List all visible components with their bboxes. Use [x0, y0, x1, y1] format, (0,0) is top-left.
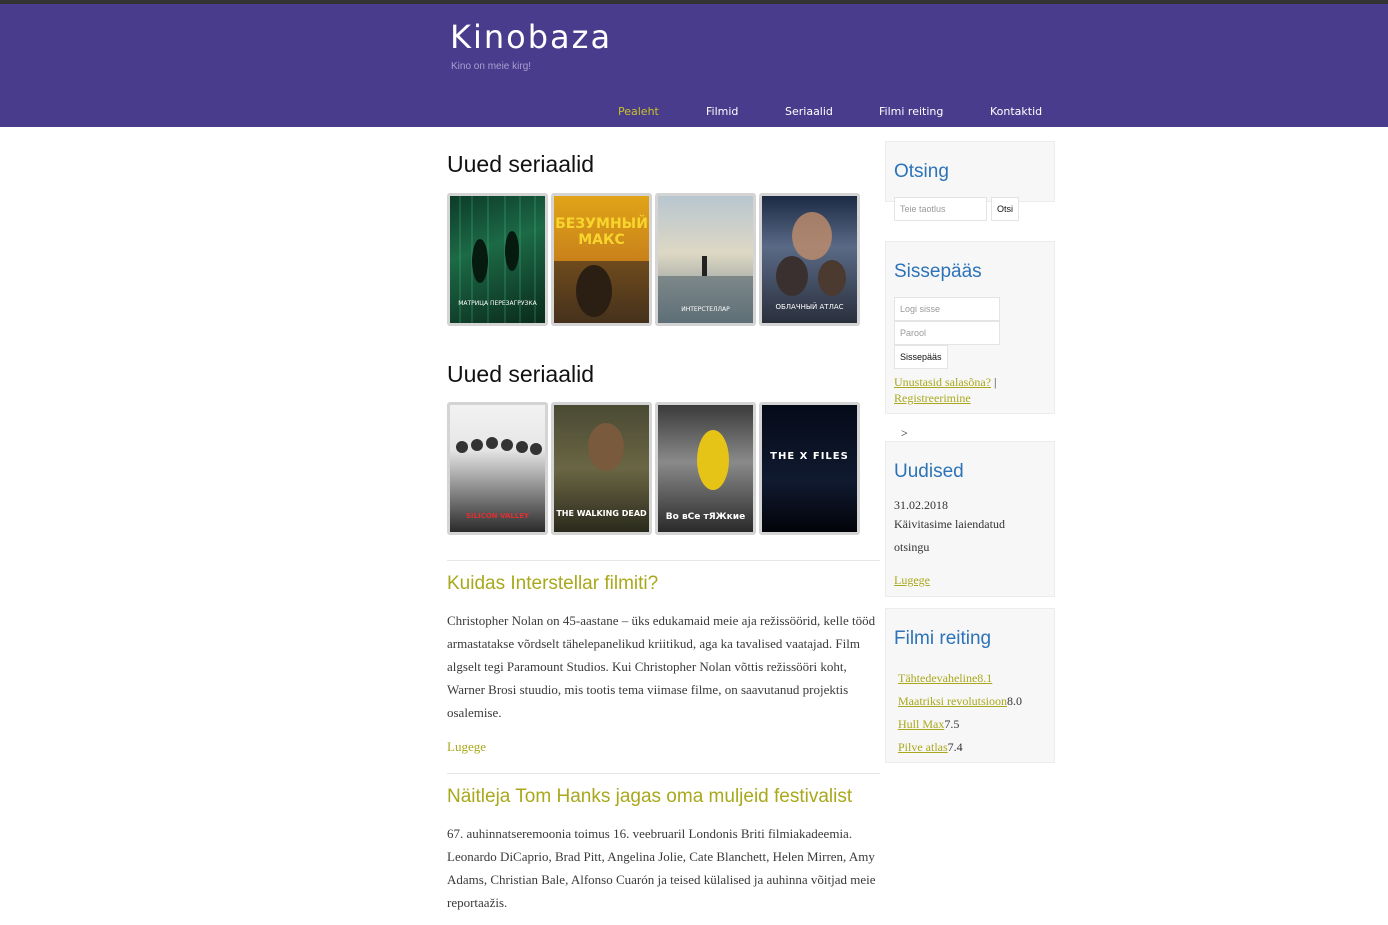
search-input[interactable]	[894, 197, 987, 221]
article-title[interactable]: Kuidas Interstellar filmiti?	[447, 573, 658, 595]
divider	[447, 773, 880, 774]
poster-caption: ИНТЕРСТЕЛЛАР	[681, 306, 730, 313]
rating-item: Hull Max7.5	[898, 713, 1054, 736]
poster-row-new-series-1: МАТРИЦА ПЕРЕЗАГРУЗКА БЕЗУМНЫЙ МАКС ИНТЕР…	[447, 193, 867, 326]
news-read-more-link[interactable]: Lugege	[894, 573, 930, 588]
poster-art	[658, 256, 753, 323]
rating-link[interactable]: Hull Max	[898, 717, 944, 731]
widget-title: Filmi reiting	[894, 628, 992, 649]
rating-score: 7.5	[944, 717, 960, 731]
poster-matrix[interactable]: МАТРИЦА ПЕРЕЗАГРУЗКА	[447, 193, 548, 326]
login-widget: Sissepääs Sissepääs Unustasid salasõna? …	[885, 241, 1055, 414]
divider	[447, 560, 880, 561]
rating-score: 7.4	[947, 740, 963, 754]
nav-item-filmid[interactable]: Filmid	[706, 105, 738, 118]
section-title: Uued seriaalid	[447, 151, 595, 177]
poster-caption: БЕЗУМНЫЙ МАКС	[555, 216, 648, 248]
widget-title: Otsing	[894, 161, 949, 182]
link-separator: |	[993, 375, 997, 389]
rating-item: Maatriksi revolutsioon8.0	[898, 690, 1054, 713]
rating-link[interactable]: Maatriksi revolutsioon	[898, 694, 1007, 708]
section-title: Uued seriaalid	[447, 361, 595, 387]
ratings-widget: Filmi reiting Tähtedevaheline8.1 Maatrik…	[885, 608, 1055, 763]
poster-caption: ОБЛАЧНЫЙ АТЛАС	[775, 303, 844, 311]
rating-item: Pilve atlas7.4	[898, 736, 1054, 759]
login-button[interactable]: Sissepääs	[894, 345, 948, 369]
forgot-password-link[interactable]: Unustasid salasõna?	[894, 375, 991, 389]
poster-breaking-bad[interactable]: Во вСе тЯЖкие	[655, 402, 756, 535]
login-input[interactable]	[894, 297, 1000, 321]
poster-caption: THE WALKING DEAD	[556, 509, 647, 518]
register-link[interactable]: Registreerimine	[894, 391, 971, 405]
site-tagline: Kino on meie kirg!	[451, 61, 532, 72]
nav-item-seriaalid[interactable]: Seriaalid	[785, 105, 833, 118]
article-body: Christopher Nolan on 45-aastane – üks ed…	[447, 613, 876, 720]
poster-walking-dead[interactable]: THE WALKING DEAD	[551, 402, 652, 535]
nav-item-filmi-reiting[interactable]: Filmi reiting	[879, 105, 943, 118]
poster-caption: SILICON VALLEY	[465, 512, 530, 520]
article-body: 67. auhinnatseremoonia toimus 16. veebru…	[447, 826, 876, 910]
poster-caption: THE X FILES	[770, 451, 849, 462]
rating-link[interactable]: Tähtedevaheline8.1	[898, 671, 992, 685]
poster-cloud-atlas[interactable]: ОБЛАЧНЫЙ АТЛАС	[759, 193, 860, 326]
poster-x-files[interactable]: THE X FILES	[759, 402, 860, 535]
poster-silicon-valley[interactable]: SILICON VALLEY	[447, 402, 548, 535]
rating-score: 8.0	[1006, 694, 1022, 708]
search-widget: Otsing Otsi	[885, 141, 1055, 221]
poster-mad-max[interactable]: БЕЗУМНЫЙ МАКС	[551, 193, 652, 326]
nav-item-pealeht[interactable]: Pealeht	[618, 105, 659, 118]
news-text: otsingu	[894, 540, 930, 554]
poster-caption: МАТРИЦА ПЕРЕЗАГРУЗКА	[458, 300, 537, 307]
read-more-link[interactable]: Lugege	[447, 739, 486, 755]
site-title[interactable]: Kinobaza	[450, 18, 612, 56]
login-links: Unustasid salasõna? | Registreerimine	[894, 374, 1054, 406]
rating-score: 8.1	[977, 671, 993, 685]
widget-title: Sissepääs	[894, 261, 982, 282]
article-title[interactable]: Näitleja Tom Hanks jagas oma muljeid fes…	[447, 786, 852, 808]
widget-title: Uudised	[894, 461, 964, 482]
nav-item-kontaktid[interactable]: Kontaktid	[990, 105, 1042, 118]
search-button[interactable]: Otsi	[991, 197, 1020, 221]
site-header: Kinobaza Kino on meie kirg! Pealeht Film…	[0, 4, 1388, 127]
news-widget: Uudised 31.02.2018 Käivitasime laiendatu…	[885, 441, 1055, 597]
stray-text: >	[901, 426, 908, 440]
rating-name: Tähtedevaheline	[898, 671, 978, 685]
main-nav: Pealeht Filmid Seriaalid Filmi reiting K…	[0, 105, 1388, 125]
rating-link[interactable]: Pilve atlas	[898, 740, 948, 754]
password-input[interactable]	[894, 321, 1000, 345]
news-text: Käivitasime laiendatud	[894, 517, 1005, 531]
news-date: 31.02.2018	[894, 498, 948, 512]
ratings-list: Tähtedevaheline8.1 Maatriksi revolutsioo…	[898, 667, 1054, 759]
poster-caption: Во вСе тЯЖкие	[665, 512, 746, 522]
poster-row-new-series-2: SILICON VALLEY THE WALKING DEAD Во вСе т…	[447, 402, 867, 535]
rating-item: Tähtedevaheline8.1	[898, 667, 1054, 690]
poster-interstellar[interactable]: ИНТЕРСТЕЛЛАР	[655, 193, 756, 326]
